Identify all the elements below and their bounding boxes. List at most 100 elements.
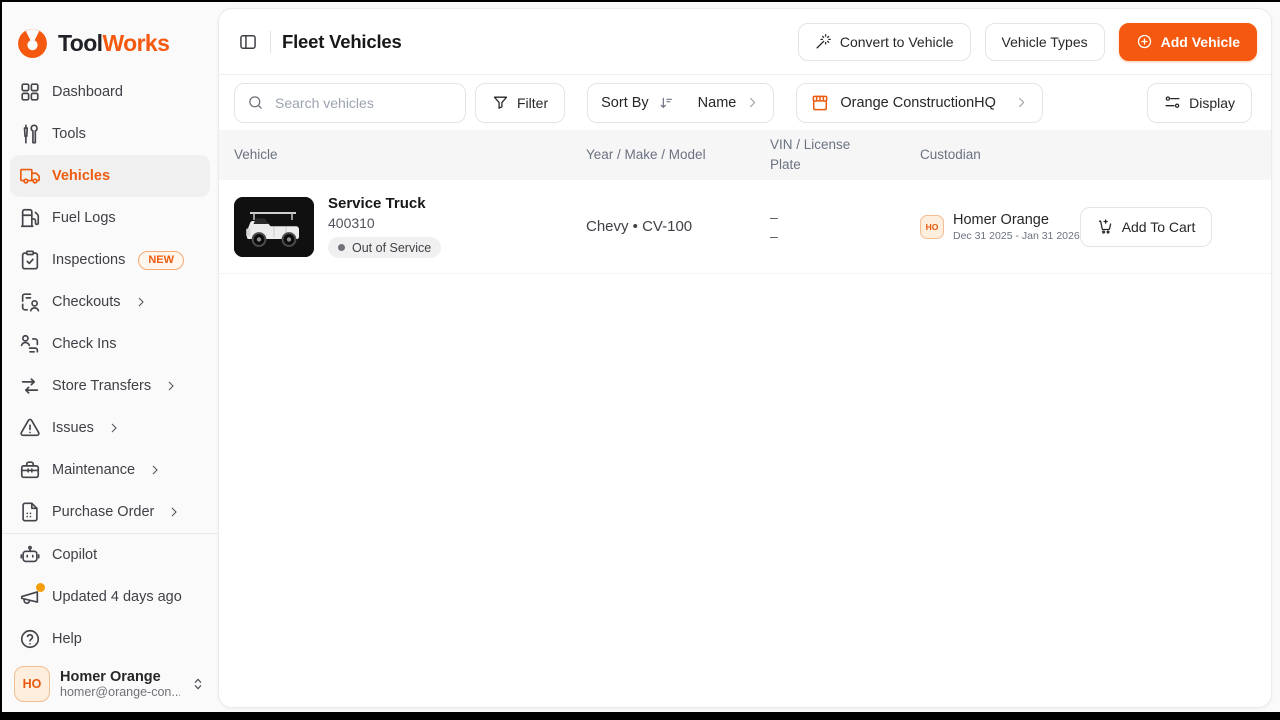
sidebar-footer-item-copilot[interactable]: Copilot: [10, 534, 210, 576]
alert-triangle-icon: [19, 417, 41, 439]
header-actions: Convert to Vehicle Vehicle Types Add Veh…: [798, 23, 1257, 61]
sort-label: Sort By: [601, 95, 649, 111]
notification-dot: [36, 583, 45, 592]
user-name: Homer Orange: [60, 669, 180, 685]
checkin-icon: [19, 333, 41, 355]
filter-label: Filter: [517, 95, 548, 111]
table-row[interactable]: Service Truck 400310 Out of Service Chev…: [219, 180, 1271, 274]
vehicle-info: Service Truck 400310 Out of Service: [328, 195, 441, 258]
year-make-model-cell: Chevy • CV-100: [586, 218, 770, 235]
filter-icon: [492, 94, 509, 111]
store-selector[interactable]: Orange ConstructionHQ: [796, 83, 1043, 123]
sidebar-item-label: Check Ins: [52, 336, 116, 352]
column-header-custodian: Custodian: [920, 145, 1271, 165]
column-header-year-make-model: Year / Make / Model: [586, 145, 770, 165]
sidebar-item-label: Fuel Logs: [52, 210, 116, 226]
plus-circle-icon: [1136, 33, 1153, 50]
sidebar-item-inspections[interactable]: Inspections NEW: [10, 239, 210, 281]
sidebar-item-purchase-order[interactable]: Purchase Order: [10, 491, 210, 533]
add-vehicle-button[interactable]: Add Vehicle: [1119, 23, 1257, 61]
convert-to-vehicle-button[interactable]: Convert to Vehicle: [798, 23, 971, 61]
table-header: VehicleYear / Make / ModelVIN / License …: [219, 130, 1271, 180]
sidebar-item-checkouts[interactable]: Checkouts: [10, 281, 210, 323]
header-divider: [270, 31, 271, 53]
brand-logo[interactable]: ToolWorks: [10, 22, 210, 64]
custodian-avatar: HO: [920, 215, 944, 239]
panel-left-icon: [238, 32, 258, 52]
checkout-icon: [19, 291, 41, 313]
sidebar-footer-item-label: Help: [52, 631, 82, 647]
custodian-cell: HO Homer Orange Dec 31 2025 - Jan 31 202…: [920, 207, 1271, 247]
sidebar-footer-item-updated-4-days-ago[interactable]: Updated 4 days ago: [10, 576, 210, 618]
app-window: ToolWorks Dashboard Tools Vehicles Fuel Log…: [2, 2, 1280, 712]
file-text-icon: [19, 501, 41, 523]
status-badge: Out of Service: [328, 237, 441, 258]
sidebar-item-check-ins[interactable]: Check Ins: [10, 323, 210, 365]
add-to-cart-button[interactable]: Add To Cart: [1080, 207, 1213, 247]
user-info: Homer Orange homer@orange-con...: [60, 669, 180, 699]
user-menu[interactable]: HO Homer Orange homer@orange-con...: [10, 666, 210, 702]
vin-license-cell: – –: [770, 208, 920, 246]
custodian-name: Homer Orange: [953, 212, 1080, 228]
add-vehicle-label: Add Vehicle: [1161, 34, 1240, 50]
vehicle-cell: Service Truck 400310 Out of Service: [234, 195, 586, 258]
sidebar-item-store-transfers[interactable]: Store Transfers: [10, 365, 210, 407]
brand-name: ToolWorks: [58, 30, 169, 57]
vehicle-thumbnail: [234, 197, 314, 257]
bot-icon: [19, 544, 41, 566]
custodian-info: HO Homer Orange Dec 31 2025 - Jan 31 202…: [920, 212, 1080, 242]
page-title: Fleet Vehicles: [282, 31, 402, 53]
vehicle-types-label: Vehicle Types: [1002, 34, 1088, 50]
sidebar-item-label: Inspections: [52, 252, 125, 268]
chevrons-up-down-icon: [190, 676, 206, 692]
chevron-right-icon: [167, 505, 181, 519]
transfer-icon: [19, 375, 41, 397]
column-header-vin-license-plate: VIN / License Plate: [770, 135, 920, 174]
sidebar-item-label: Vehicles: [52, 168, 110, 184]
sidebar-item-maintenance[interactable]: Maintenance: [10, 449, 210, 491]
chevron-right-icon: [148, 463, 162, 477]
search-input[interactable]: [273, 94, 453, 112]
status-label: Out of Service: [352, 241, 431, 255]
sidebar-footer-item-help[interactable]: Help: [10, 618, 210, 660]
sidebar-nav: Dashboard Tools Vehicles Fuel Logs Inspectio…: [10, 71, 210, 533]
clipboard-check-icon: [19, 249, 41, 271]
convert-to-vehicle-label: Convert to Vehicle: [840, 34, 954, 50]
sidebar-toggle-button[interactable]: [233, 27, 263, 57]
filter-button[interactable]: Filter: [475, 83, 565, 123]
custodian-period: Dec 31 2025 - Jan 31 2026: [953, 230, 1080, 242]
truck-icon: [19, 165, 41, 187]
display-button[interactable]: Display: [1147, 83, 1252, 123]
search-icon: [247, 94, 264, 111]
sliders-icon: [1164, 94, 1181, 111]
sidebar-item-fuel-logs[interactable]: Fuel Logs: [10, 197, 210, 239]
sidebar-item-label: Purchase Order: [52, 504, 154, 520]
sort-selector[interactable]: Sort By Name: [587, 83, 774, 123]
chevron-right-icon: [107, 421, 121, 435]
sidebar-item-vehicles[interactable]: Vehicles: [10, 155, 210, 197]
brand-name-secondary: Works: [102, 30, 169, 56]
wand-icon: [815, 33, 832, 50]
sidebar-item-issues[interactable]: Issues: [10, 407, 210, 449]
storefront-icon: [810, 93, 830, 113]
vehicle-name: Service Truck: [328, 195, 441, 212]
store-selector-label: Orange ConstructionHQ: [840, 95, 996, 111]
display-label: Display: [1189, 95, 1235, 111]
sidebar-item-tools[interactable]: Tools: [10, 113, 210, 155]
search-box: [234, 83, 466, 123]
sidebar-item-label: Issues: [52, 420, 94, 436]
sidebar-item-label: Dashboard: [52, 84, 123, 100]
new-badge: NEW: [138, 251, 184, 270]
vin-value: –: [770, 208, 920, 227]
toolworks-logo-icon: [16, 27, 49, 60]
sort-icon: [658, 95, 674, 111]
sidebar-item-label: Tools: [52, 126, 86, 142]
sidebar-footer-nav: CopilotUpdated 4 days ago Help: [10, 534, 210, 660]
sort-value: Name: [698, 95, 737, 111]
vehicle-types-button[interactable]: Vehicle Types: [985, 23, 1105, 61]
chevron-right-icon: [134, 295, 148, 309]
sidebar-item-dashboard[interactable]: Dashboard: [10, 71, 210, 113]
chevron-right-icon: [745, 95, 760, 110]
sidebar-item-label: Maintenance: [52, 462, 135, 478]
custodian-text: Homer Orange Dec 31 2025 - Jan 31 2026: [953, 212, 1080, 242]
